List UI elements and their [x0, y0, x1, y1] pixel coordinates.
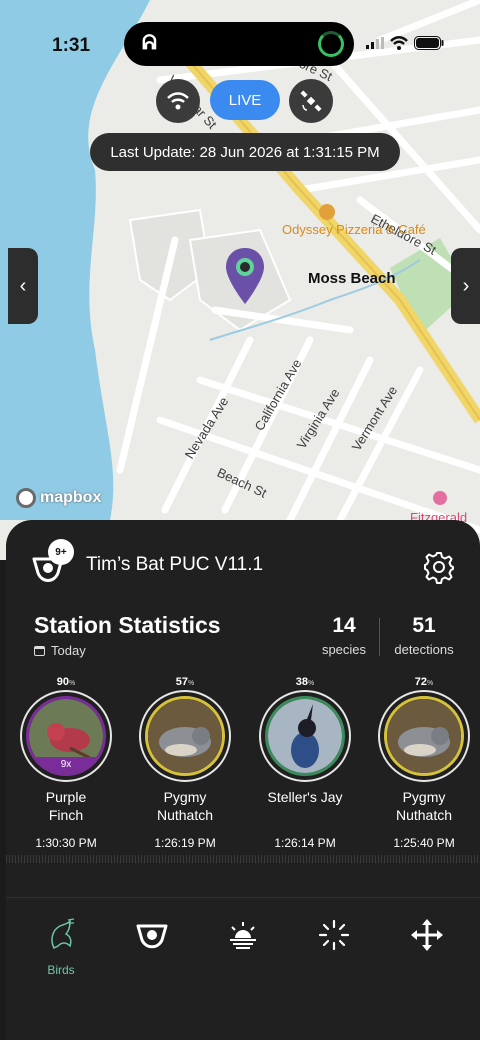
bird-card[interactable]: 57% Pygmy Nuthatch	[130, 676, 240, 824]
tab-move[interactable]	[397, 918, 457, 957]
satellite-icon	[300, 90, 322, 112]
station-icon	[136, 924, 168, 949]
chevron-right-icon: ›	[462, 274, 470, 297]
gear-icon	[424, 552, 454, 584]
bird-photo	[145, 696, 225, 776]
confidence-ring	[378, 690, 470, 782]
bird-icon	[51, 918, 75, 950]
bird-name: Pygmy Nuthatch	[156, 789, 214, 823]
chevron-left-icon: ‹	[19, 274, 27, 297]
stats-divider	[379, 618, 380, 656]
detection-time: 1:25:40 PM	[393, 836, 455, 850]
confidence-ring	[259, 690, 351, 782]
confidence-label: 72%	[414, 676, 434, 688]
poi-label[interactable]: Odyssey Pizzeria & Café	[282, 222, 426, 238]
tab-birds[interactable]: Birds	[31, 918, 91, 977]
station-name: Tim’s Bat PUC V11.1	[86, 554, 264, 575]
town-label: Moss Beach	[308, 270, 396, 287]
wifi-icon	[167, 92, 189, 110]
live-button[interactable]: LIVE	[210, 80, 280, 120]
last-update-pill: Last Update: 28 Jun 2026 at 1:31:15 PM	[90, 133, 400, 171]
tab-station[interactable]	[122, 918, 182, 957]
mapbox-icon	[16, 488, 36, 508]
confidence-label: 90%	[56, 676, 76, 688]
detection-time: 1:26:19 PM	[154, 836, 216, 850]
bird-card[interactable]: 38% Steller's Jay	[250, 676, 360, 806]
bird-name: Pygmy Nuthatch	[395, 789, 453, 823]
previous-station-button[interactable]: ‹	[8, 248, 38, 324]
confidence-ring: 9x	[20, 690, 112, 782]
sunrise-icon	[230, 922, 256, 949]
mapbox-logo[interactable]: mapbox	[16, 488, 101, 508]
bird-name: Purple Finch	[45, 789, 87, 823]
next-station-button[interactable]: ›	[451, 248, 480, 324]
move-arrows-icon	[411, 919, 443, 951]
satellite-button[interactable]	[289, 79, 333, 123]
species-stat: 14 species	[321, 614, 367, 657]
detection-count: 9x	[29, 757, 103, 773]
dynamic-island: ᕱ	[124, 22, 354, 66]
settings-button[interactable]	[422, 550, 456, 589]
battery-icon	[414, 36, 444, 50]
notification-badge: 9+	[48, 539, 74, 565]
bird-photo: 9x	[26, 696, 106, 776]
station-header[interactable]: 9+ Tim’s Bat PUC V11.1	[30, 539, 264, 585]
confidence-label: 57%	[175, 676, 195, 688]
status-icons	[366, 36, 444, 50]
detection-time: 1:30:30 PM	[35, 836, 97, 850]
activity-ring-icon	[318, 31, 344, 57]
station-device-icon: 9+	[30, 539, 74, 585]
status-time: 1:31	[52, 35, 91, 56]
signal-icon	[366, 37, 384, 49]
bird-card[interactable]: 90% 9x Purple Finch	[11, 676, 121, 824]
bird-card[interactable]: 72% Pygmy Nuthatch	[369, 676, 479, 824]
calendar-icon	[34, 645, 45, 656]
confidence-ring	[139, 690, 231, 782]
timeline-scrubber[interactable]	[6, 855, 480, 863]
detections-stat: 51 detections	[394, 614, 454, 657]
stats-period-selector[interactable]: Today	[34, 643, 86, 658]
app-logo-icon: ᕱ	[142, 32, 157, 54]
bird-name: Steller's Jay	[267, 789, 343, 805]
wifi-icon	[390, 36, 408, 50]
tab-activity[interactable]	[304, 918, 364, 957]
bird-photo	[265, 696, 345, 776]
stats-title: Station Statistics	[34, 612, 221, 638]
station-marker-icon[interactable]	[224, 246, 266, 308]
loading-spinner-icon	[318, 919, 350, 951]
tab-sunrise[interactable]	[213, 918, 273, 957]
confidence-label: 38%	[295, 676, 315, 688]
detection-time: 1:26:14 PM	[274, 836, 336, 850]
divider	[6, 897, 480, 898]
wifi-connection-button[interactable]	[156, 79, 200, 123]
bird-photo	[384, 696, 464, 776]
